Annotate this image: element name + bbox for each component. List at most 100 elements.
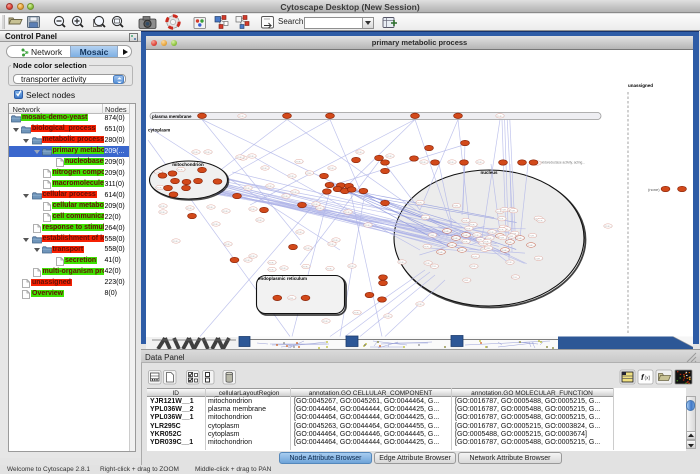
svg-text:(YDR...): (YDR...) [364,225,372,227]
svg-text:(YGR...): (YGR...) [458,250,466,252]
svg-text:(YDR...): (YDR...) [266,186,274,188]
svg-text:(YDR...): (YDR...) [288,298,296,300]
svg-text:(YDR...): (YDR...) [296,232,304,234]
svg-text:(YDR...): (YDR...) [430,266,438,268]
svg-text:(YDR...): (YDR...) [476,162,484,164]
svg-text:(YDR...): (YDR...) [244,188,252,190]
svg-text:(YDR...): (YDR...) [316,208,324,210]
svg-text:unassigned: unassigned [628,83,653,88]
svg-text:(YDR...): (YDR...) [483,242,491,244]
svg-text:(YDR...): (YDR...) [256,220,264,222]
svg-text:(YDR...): (YDR...) [353,313,361,315]
svg-text:plasma membrane: plasma membrane [152,114,192,119]
svg-text:(YDR...): (YDR...) [204,152,212,154]
svg-text:(YDR...): (YDR...) [384,316,392,318]
svg-text:(YGR...): (YGR...) [448,245,456,247]
svg-text:(YGR...): (YGR...) [516,238,524,240]
svg-text:(YGR...): (YGR...) [527,245,535,247]
svg-text:(YGR...): (YGR...) [452,238,460,240]
svg-text:cytoplasm: cytoplasm [148,128,170,133]
svg-text:(YDR...): (YDR...) [295,162,303,164]
svg-text:(YGR...): (YGR...) [462,235,470,237]
svg-text:(YDR...): (YDR...) [429,235,437,237]
svg-text:(none): (none) [648,187,660,192]
svg-text:(YDR...): (YDR...) [186,208,194,210]
svg-text:(YDR...): (YDR...) [470,266,478,268]
svg-text:(YDR...): (YDR...) [537,220,545,222]
svg-text:(YGR...): (YGR...) [437,252,445,254]
svg-text:(YGR...): (YGR...) [443,231,451,233]
svg-text:(YDR...): (YDR...) [291,192,299,194]
svg-text:(YDR...): (YDR...) [177,170,185,172]
svg-text:(YDR...): (YDR...) [172,241,180,243]
svg-text:(YDR...): (YDR...) [471,256,479,258]
svg-text:(YDR...): (YDR...) [238,116,246,118]
svg-text:(YDR...): (YDR...) [248,156,256,158]
svg-text:(YDR...): (YDR...) [326,269,334,271]
svg-text:(YDR...): (YDR...) [222,211,230,213]
svg-text:endoplasmic reticulum: endoplasmic reticulum [258,276,307,281]
svg-text:(YDR...): (YDR...) [212,224,220,226]
svg-text:(YDR...): (YDR...) [511,277,519,279]
svg-text:(YDR...): (YDR...) [156,188,164,190]
svg-text:(YDR...): (YDR...) [462,241,470,243]
svg-text:(YDR...): (YDR...) [192,152,200,154]
svg-text:oxidoreductase activity, actin: oxidoreductase activity, acting... [540,161,585,165]
svg-text:(YDR...): (YDR...) [416,304,424,306]
svg-text:(YDR...): (YDR...) [498,230,506,232]
svg-text:nucleus: nucleus [480,170,498,175]
svg-text:(YDR...): (YDR...) [604,226,612,228]
svg-text:(YGR...): (YGR...) [501,250,509,252]
svg-text:(YDR...): (YDR...) [312,204,320,206]
svg-text:(YDR...): (YDR...) [424,263,432,265]
svg-text:(YDR...): (YDR...) [159,212,167,214]
svg-text:(YDR...): (YDR...) [398,262,406,264]
svg-text:(YDR...): (YDR...) [288,176,296,178]
svg-text:(YDR...): (YDR...) [386,156,394,158]
svg-text:(YDR...): (YDR...) [422,217,430,219]
svg-text:(YDR...): (YDR...) [302,267,310,269]
svg-text:(YDR...): (YDR...) [485,248,493,250]
svg-text:(YDR...): (YDR...) [462,221,470,223]
svg-text:(YDR...): (YDR...) [244,260,252,262]
svg-text:(YDR...): (YDR...) [261,168,269,170]
svg-text:mitochondrion: mitochondrion [172,162,204,167]
svg-text:(x): (x) [645,376,651,382]
svg-text:(YDR...): (YDR...) [348,266,356,268]
svg-text:(YDR...): (YDR...) [463,280,471,282]
svg-text:(YDR...): (YDR...) [499,238,507,240]
svg-text:(YDR...): (YDR...) [268,263,276,265]
svg-text:(YDR...): (YDR...) [328,244,336,246]
svg-text:(YDR...): (YDR...) [506,262,514,264]
svg-text:(YDR...): (YDR...) [328,168,336,170]
svg-text:(YDR...): (YDR...) [498,219,506,221]
svg-text:(YDR...): (YDR...) [159,206,167,208]
svg-text:(YGR...): (YGR...) [506,242,514,244]
svg-text:(YDR...): (YDR...) [249,256,257,258]
svg-text:(YDR...): (YDR...) [268,270,276,272]
svg-text:(YDR...): (YDR...) [282,196,290,198]
svg-text:(YDR...): (YDR...) [508,236,516,238]
svg-text:(YDR...): (YDR...) [453,206,461,208]
svg-text:(YDR...): (YDR...) [416,203,424,205]
svg-text:(YDR...): (YDR...) [207,207,215,209]
svg-text:(YDR...): (YDR...) [423,247,431,249]
svg-text:(YDR...): (YDR...) [448,162,456,164]
svg-text:(YDR...): (YDR...) [420,162,428,164]
svg-text:(YDR...): (YDR...) [535,258,543,260]
svg-text:(YDR...): (YDR...) [224,244,232,246]
svg-text:(YDR...): (YDR...) [473,235,481,237]
svg-text:(YDR...): (YDR...) [306,173,314,175]
svg-text:(YDR...): (YDR...) [280,268,288,270]
svg-text:(YDR...): (YDR...) [488,232,496,234]
svg-text:(YDR...): (YDR...) [465,228,473,230]
svg-text:(YDR...): (YDR...) [344,212,352,214]
svg-text:(YDR...): (YDR...) [304,248,312,250]
svg-text:(YDR...): (YDR...) [356,152,364,154]
svg-text:(YDR...): (YDR...) [249,209,257,211]
svg-text:(YDR...): (YDR...) [529,236,537,238]
svg-text:(YDR...): (YDR...) [496,116,504,118]
svg-text:(YDR...): (YDR...) [510,211,518,213]
svg-text:(YDR...): (YDR...) [236,157,244,159]
svg-text:(YDR...): (YDR...) [322,321,330,323]
